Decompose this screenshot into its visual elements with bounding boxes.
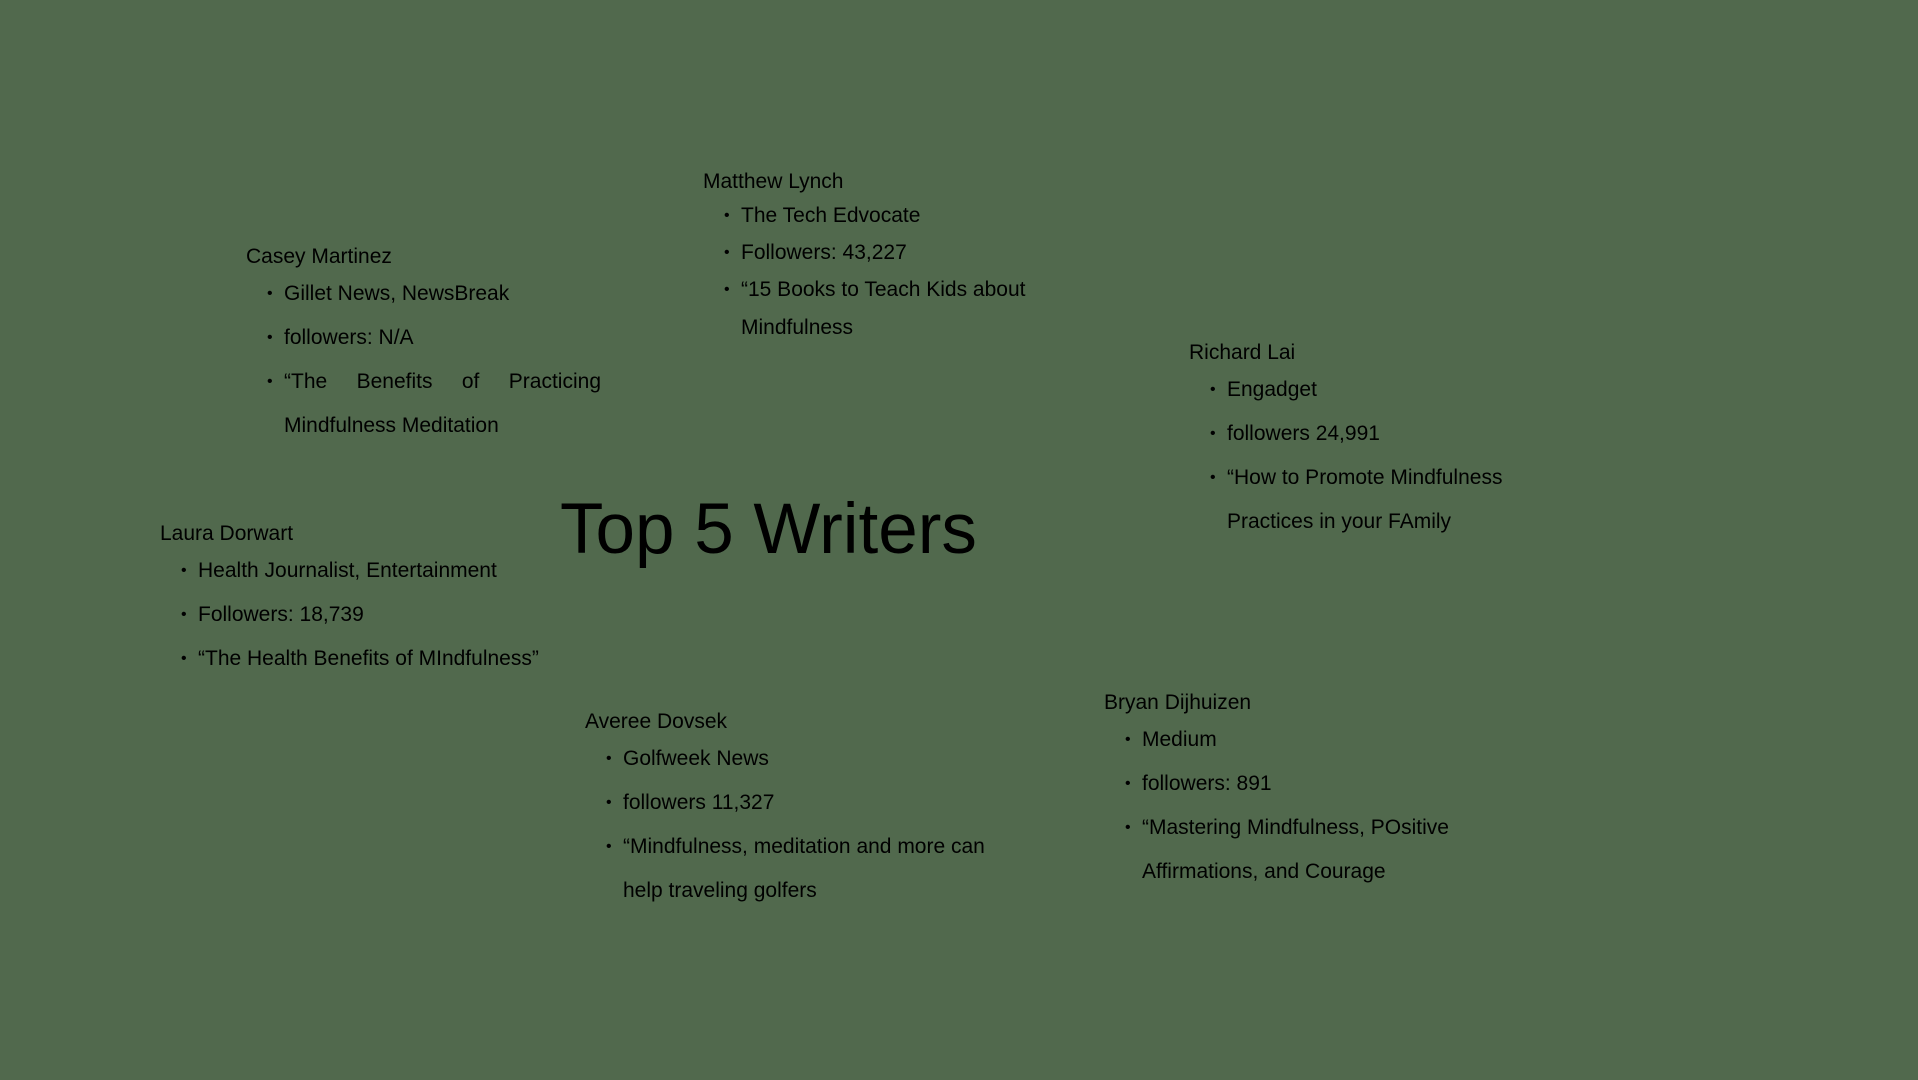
slide-title: Top 5 Writers [560,490,977,569]
writer-name: Averee Dovsek [585,710,728,733]
writer-details: Gillet News, NewsBreak followers: N/A “T… [246,272,601,448]
writer-outlet: Medium [1125,718,1474,762]
writer-richard-lai: Richard Lai Engadget followers 24,991 “H… [1189,338,1549,544]
writer-article: “15 Books to Teach Kids about Mindfulnes… [724,271,1063,347]
writer-article: “The Health Benefits of MIndfulness” [181,637,580,681]
writer-article: “How to Promote Mindfulness Practices in… [1210,456,1549,544]
writer-details: The Tech Edvocate Followers: 43,227 “15 … [703,197,1063,347]
writer-matthew-lynch: Matthew Lynch The Tech Edvocate Follower… [703,167,1063,347]
writer-outlet: Engadget [1210,368,1549,412]
writer-casey-martinez: Casey Martinez Gillet News, NewsBreak fo… [246,242,601,448]
writer-details: Medium followers: 891 “Mastering Mindful… [1104,718,1474,894]
writer-outlet: Health Journalist, Entertainment [181,549,580,593]
writer-followers: Followers: 18,739 [181,593,580,637]
writer-followers: followers 24,991 [1210,412,1549,456]
writer-article: “Mindfulness, meditation and more can he… [606,825,985,913]
writer-details: Golfweek News followers 11,327 “Mindfuln… [585,737,985,913]
slide: Top 5 Writers Casey Martinez Gillet News… [0,0,1918,1080]
writer-article: “Mastering Mindfulness, POsitive Affirma… [1125,806,1474,894]
writer-laura-dorwart: Laura Dorwart Health Journalist, Enterta… [160,519,580,681]
writer-details: Health Journalist, Entertainment Followe… [160,549,580,681]
writer-bryan-dijhuizen: Bryan Dijhuizen Medium followers: 891 “M… [1104,688,1474,894]
writer-outlet: Gillet News, NewsBreak [267,272,601,316]
writer-averee-dovsek: Averee Dovsek Golfweek News followers 11… [585,707,985,913]
writer-details: Engadget followers 24,991 “How to Promot… [1189,368,1549,544]
writer-followers: followers: 891 [1125,762,1474,806]
writer-name: Laura Dorwart [160,522,294,545]
writer-followers: followers 11,327 [606,781,985,825]
writer-outlet: Golfweek News [606,737,985,781]
writer-followers: followers: N/A [267,316,601,360]
writer-name: Casey Martinez [246,245,392,268]
writer-followers: Followers: 43,227 [724,234,1063,271]
writer-name: Richard Lai [1189,341,1296,364]
writer-article: “The Benefits of Practicing Mindfulness … [267,360,601,448]
writer-name: Bryan Dijhuizen [1104,691,1252,714]
writer-outlet: The Tech Edvocate [724,197,1063,234]
writer-name: Matthew Lynch [703,170,844,193]
